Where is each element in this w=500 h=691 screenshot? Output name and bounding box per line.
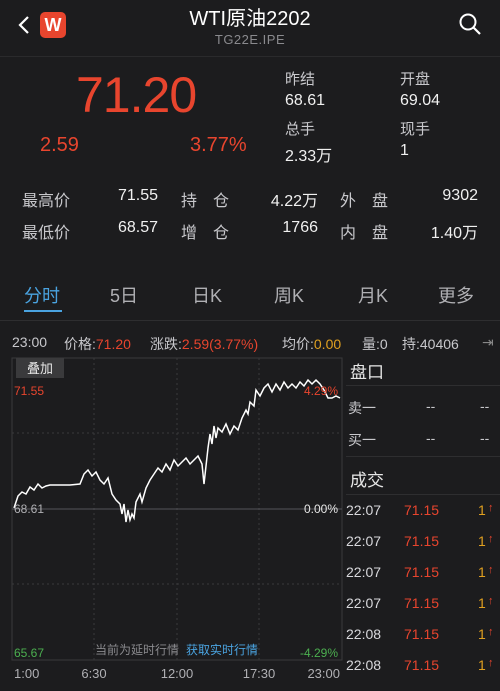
oi-change-value: 1766: [282, 219, 318, 236]
outer-disk-value: 9302: [442, 187, 478, 204]
buy-one-label: 买一: [348, 432, 376, 448]
open-label: 开盘: [400, 71, 431, 88]
volume-label: 总手: [285, 121, 316, 138]
open-value: 69.04: [400, 92, 441, 109]
tab-monthly-k[interactable]: 月K: [358, 282, 388, 308]
info-more-icon: ⇥: [482, 334, 494, 350]
page-title: WTI原油2202: [189, 8, 311, 30]
symbol-code: TG22E.IPE: [214, 32, 286, 47]
divider: [346, 385, 500, 386]
buy-one-qty: --: [480, 430, 490, 446]
sell-one-price: --: [426, 398, 436, 414]
sell-one-label: 卖一: [348, 400, 376, 416]
price-change-pct: 3.77%: [190, 134, 247, 156]
tab-more[interactable]: 更多: [438, 282, 474, 308]
order-book-title: 盘口: [350, 363, 384, 382]
active-tab-indicator: [24, 310, 62, 312]
current-volume-value: 1: [400, 142, 409, 159]
up-arrow-icon: ↑: [488, 564, 494, 576]
inner-disk-value: 1.40万: [430, 225, 478, 242]
y-label-high: 71.55: [14, 384, 44, 398]
divider: [0, 320, 500, 321]
price-change: 2.59: [40, 134, 79, 156]
buy-one-price: --: [426, 430, 436, 446]
divider: [346, 456, 500, 457]
info-change: 涨跌:2.59(3.77%): [150, 336, 259, 352]
info-oi: 持:40406: [402, 336, 459, 352]
x-label-2: 6:30: [81, 666, 106, 681]
y-label-mid: 68.61: [14, 502, 44, 516]
high-label: 最高价: [22, 193, 71, 210]
tab-daily-k[interactable]: 日K: [192, 282, 222, 308]
up-arrow-icon: ↑: [488, 502, 494, 514]
info-time: 23:00: [12, 334, 48, 350]
low-value: 68.57: [118, 219, 159, 236]
x-label-5: 23:00: [307, 666, 340, 681]
tab-weekly-k[interactable]: 周K: [274, 282, 304, 308]
high-value: 71.55: [118, 187, 159, 204]
overlay-button[interactable]: 叠加: [16, 358, 64, 378]
volume-value: 2.33万: [285, 148, 333, 165]
up-arrow-icon: ↑: [488, 626, 494, 638]
last-price: 71.20: [76, 67, 197, 123]
trades-title: 成交: [350, 471, 384, 490]
info-price: 价格:71.20: [64, 336, 131, 352]
up-arrow-icon: ↑: [488, 657, 494, 669]
divider: [346, 494, 500, 495]
up-arrow-icon: ↑: [488, 533, 494, 545]
x-label-1: 1:00: [14, 666, 39, 681]
low-label: 最低价: [22, 225, 71, 242]
tab-intraday[interactable]: 分时: [24, 282, 60, 308]
x-label-3: 12:00: [161, 666, 194, 681]
prev-close-label: 昨结: [285, 71, 316, 88]
x-label-4: 17:30: [243, 666, 276, 681]
open-interest-label: 持 仓: [181, 193, 230, 210]
pct-label-mid: 0.00%: [304, 502, 338, 516]
delay-note: 当前为延时行情: [95, 642, 179, 657]
price-line: [13, 378, 341, 523]
overlay-button-label: 叠加: [27, 361, 53, 376]
current-volume-label: 现手: [400, 121, 431, 138]
tab-5day[interactable]: 5日: [110, 282, 138, 308]
outer-disk-label: 外 盘: [340, 193, 389, 210]
pct-label-low: -4.29%: [300, 646, 338, 660]
pct-label-high: 4.29%: [304, 384, 338, 398]
info-volume: 量:0: [362, 336, 388, 352]
prev-close-value: 68.61: [285, 92, 326, 109]
intraday-chart[interactable]: 叠加 71.55 68.61 65.67 4.29% 0.00% -4.29% …: [0, 354, 345, 684]
oi-change-label: 增 仓: [181, 225, 230, 242]
search-icon[interactable]: [458, 12, 482, 36]
realtime-link[interactable]: 获取实时行情: [186, 642, 258, 657]
inner-disk-label: 内 盘: [340, 225, 389, 242]
sell-one-qty: --: [480, 398, 490, 414]
up-arrow-icon: ↑: [488, 595, 494, 607]
info-avg: 均价:0.00: [282, 336, 342, 352]
y-label-low: 65.67: [14, 646, 44, 660]
open-interest-value: 4.22万: [270, 193, 318, 210]
